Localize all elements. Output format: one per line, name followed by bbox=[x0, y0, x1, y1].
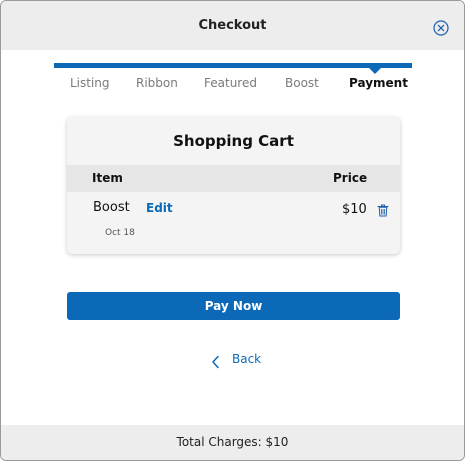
trash-icon[interactable] bbox=[377, 204, 389, 217]
chevron-left-icon bbox=[212, 355, 219, 369]
step-listing[interactable]: Listing bbox=[70, 76, 110, 90]
cart-title: Shopping Cart bbox=[173, 132, 294, 150]
step-payment[interactable]: Payment bbox=[349, 76, 408, 90]
cart-item-date: Oct 18 bbox=[105, 228, 135, 238]
shopping-cart: Shopping Cart Item Price Boost Edit $10 … bbox=[67, 117, 400, 254]
step-ribbon[interactable]: Ribbon bbox=[136, 76, 178, 90]
cart-item-name: Boost bbox=[93, 200, 130, 215]
edit-link[interactable]: Edit bbox=[146, 201, 173, 215]
cart-header-row: Item Price bbox=[67, 165, 400, 192]
close-circle-icon[interactable] bbox=[433, 20, 449, 36]
pay-now-button[interactable]: Pay Now bbox=[67, 292, 400, 320]
modal-footer: Total Charges: $10 bbox=[1, 425, 464, 460]
checkout-modal: Checkout Listing Ribbon Featured Boost P… bbox=[0, 0, 465, 461]
total-charges: Total Charges: $10 bbox=[176, 435, 289, 449]
modal-title: Checkout bbox=[198, 18, 267, 33]
step-featured[interactable]: Featured bbox=[204, 76, 257, 90]
progress-indicator bbox=[369, 68, 381, 74]
progress-bar bbox=[54, 63, 412, 68]
modal-header: Checkout bbox=[1, 1, 464, 50]
back-label: Back bbox=[232, 352, 262, 366]
step-boost[interactable]: Boost bbox=[285, 76, 319, 90]
cart-item-price: $10 bbox=[342, 202, 367, 217]
column-item-header: Item bbox=[92, 171, 123, 185]
column-price-header: Price bbox=[333, 171, 368, 185]
